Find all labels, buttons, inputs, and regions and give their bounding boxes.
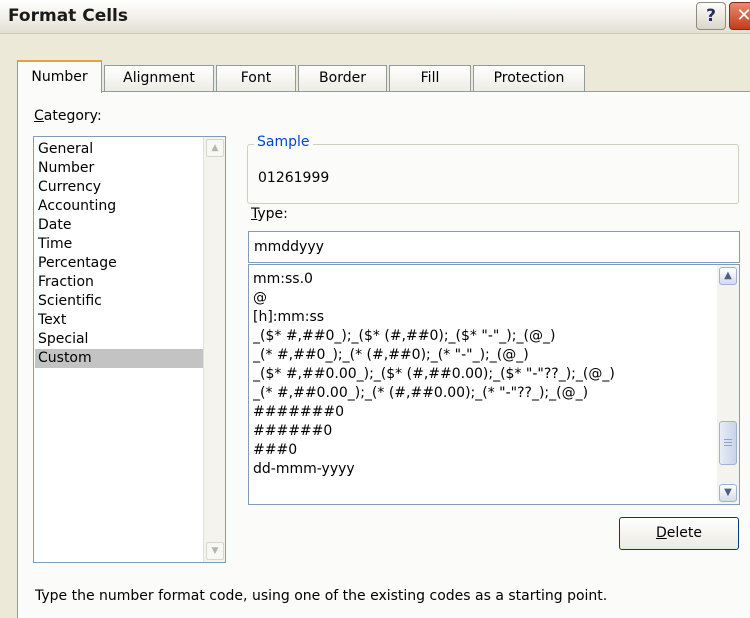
category-item-currency[interactable]: Currency xyxy=(35,178,203,197)
delete-button[interactable]: Delete xyxy=(619,517,739,550)
category-item-accounting[interactable]: Accounting xyxy=(35,197,203,216)
grip-line-icon xyxy=(724,439,732,440)
category-scrollbar[interactable]: ▲ ▼ xyxy=(203,137,225,562)
format-scrollbar[interactable]: ▲ ▼ xyxy=(717,265,739,504)
category-item-time[interactable]: Time xyxy=(35,235,203,254)
hint-text: Type the number format code, using one o… xyxy=(35,588,608,604)
category-item-special[interactable]: Special xyxy=(35,330,203,349)
format-code-item[interactable]: ######0 xyxy=(253,422,715,441)
category-item-general[interactable]: General xyxy=(35,140,203,159)
category-item-date[interactable]: Date xyxy=(35,216,203,235)
format-code-item[interactable]: mm:ss.0 xyxy=(253,270,715,289)
format-code-item[interactable]: #######0 xyxy=(253,403,715,422)
format-code-item[interactable]: _(* #,##0.00_);_(* (#,##0.00);_(* "-"??_… xyxy=(253,384,715,403)
category-scroll-up-icon[interactable]: ▲ xyxy=(206,139,224,157)
category-scroll-down-icon[interactable]: ▼ xyxy=(206,542,224,560)
format-code-item[interactable]: dd-mmm-yyyy xyxy=(253,460,715,479)
tab-font[interactable]: Font xyxy=(216,65,296,92)
category-label: Category: xyxy=(34,108,102,124)
category-item-percentage[interactable]: Percentage xyxy=(35,254,203,273)
type-label: Type: xyxy=(251,206,288,222)
close-button[interactable]: ✕ xyxy=(729,2,750,30)
format-code-item[interactable]: _($* #,##0_);_($* (#,##0);_($* "-"_);_(@… xyxy=(253,327,715,346)
format-cells-dialog: Format Cells ? ✕ Number Alignment Font B… xyxy=(0,0,750,618)
format-code-items: mm:ss.0 @ [h]:mm:ss _($* #,##0_);_($* (#… xyxy=(253,270,715,479)
tab-alignment[interactable]: Alignment xyxy=(104,65,214,92)
category-item-text[interactable]: Text xyxy=(35,311,203,330)
format-code-item[interactable]: _($* #,##0.00_);_($* (#,##0.00);_($* "-"… xyxy=(253,365,715,384)
format-code-item[interactable]: @ xyxy=(253,289,715,308)
category-item-number[interactable]: Number xyxy=(35,159,203,178)
format-code-item[interactable]: ###0 xyxy=(253,441,715,460)
format-scroll-thumb[interactable] xyxy=(719,421,737,465)
format-code-list[interactable]: mm:ss.0 @ [h]:mm:ss _($* #,##0_);_($* (#… xyxy=(248,264,740,505)
tab-number[interactable]: Number xyxy=(17,60,102,93)
number-tab-panel: Category: General Number Currency Accoun… xyxy=(17,91,750,618)
sample-value: 01261999 xyxy=(258,170,330,186)
tab-fill[interactable]: Fill xyxy=(389,65,471,92)
format-scroll-up-icon[interactable]: ▲ xyxy=(719,267,737,285)
format-code-item[interactable]: _(* #,##0_);_(* (#,##0);_(* "-"_);_(@_) xyxy=(253,346,715,365)
category-list[interactable]: General Number Currency Accounting Date … xyxy=(33,136,226,563)
grip-line-icon xyxy=(724,442,732,443)
dialog-title: Format Cells xyxy=(8,6,128,26)
category-item-custom[interactable]: Custom xyxy=(35,349,203,368)
category-item-scientific[interactable]: Scientific xyxy=(35,292,203,311)
tab-protection[interactable]: Protection xyxy=(473,65,585,92)
format-code-item[interactable]: [h]:mm:ss xyxy=(253,308,715,327)
category-item-fraction[interactable]: Fraction xyxy=(35,273,203,292)
help-button[interactable]: ? xyxy=(696,2,726,30)
type-input[interactable]: mmddyyy xyxy=(248,231,740,263)
format-scroll-down-icon[interactable]: ▼ xyxy=(719,484,737,502)
tab-border[interactable]: Border xyxy=(298,65,387,92)
grip-line-icon xyxy=(724,445,732,446)
category-items: General Number Currency Accounting Date … xyxy=(35,140,203,368)
title-bar: Format Cells ? ✕ xyxy=(0,0,750,34)
sample-legend: Sample xyxy=(254,134,313,150)
